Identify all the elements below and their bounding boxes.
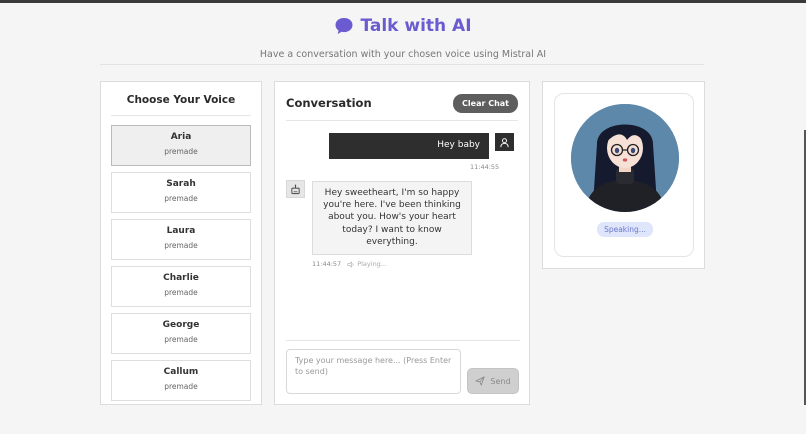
voice-category: premade xyxy=(164,382,198,391)
speaker-icon xyxy=(347,260,354,268)
voice-card-laura[interactable]: Laura premade xyxy=(111,219,251,260)
user-avatar xyxy=(495,133,514,151)
voice-name: Callum xyxy=(163,367,199,377)
user-icon xyxy=(500,137,509,147)
voice-card-charlie[interactable]: Charlie premade xyxy=(111,266,251,307)
voice-card-sarah[interactable]: Sarah premade xyxy=(111,172,251,213)
voice-category: premade xyxy=(164,241,198,250)
ai-message-bubble: Hey sweetheart, I'm so happy you're here… xyxy=(312,181,472,255)
page-header: Talk with AI Have a conversation with yo… xyxy=(0,14,806,60)
speech-bubble-icon xyxy=(335,18,353,34)
window-top-border xyxy=(0,0,806,3)
ai-message-meta: 11:44:57 Playing... xyxy=(312,260,387,268)
playing-indicator: Playing... xyxy=(347,260,387,268)
page-subtitle: Have a conversation with your chosen voi… xyxy=(259,49,547,60)
character-portrait-icon xyxy=(571,104,679,212)
voice-name: George xyxy=(162,320,200,330)
user-message-bubble: Hey baby xyxy=(329,133,489,159)
send-button-label: Send xyxy=(490,376,511,386)
voice-panel: Choose Your Voice Aria premade Sarah pre… xyxy=(100,81,262,405)
clear-chat-button[interactable]: Clear Chat xyxy=(453,93,518,113)
voice-name: Sarah xyxy=(166,179,196,189)
voice-name: Laura xyxy=(166,226,196,236)
header-divider xyxy=(100,64,704,65)
ai-avatar xyxy=(286,180,305,198)
voice-category: premade xyxy=(164,147,198,156)
voice-panel-heading: Choose Your Voice xyxy=(126,94,236,106)
input-divider xyxy=(286,340,520,341)
page-title: Talk with AI xyxy=(334,14,472,38)
message-list: Hey baby 11:44:55 Hey sweetheart, I'm so… xyxy=(286,121,518,339)
voice-card-aria[interactable]: Aria premade xyxy=(111,125,251,166)
playing-status-text: Playing... xyxy=(357,260,388,268)
voice-category: premade xyxy=(164,335,198,344)
voice-category: premade xyxy=(164,288,198,297)
voice-card-callum[interactable]: Callum premade xyxy=(111,360,251,401)
voice-name: Aria xyxy=(170,132,192,142)
avatar-card: Speaking... xyxy=(554,93,694,257)
chat-header: Conversation Clear Chat xyxy=(286,93,518,113)
user-message-time: 11:44:55 xyxy=(470,163,500,171)
chat-panel: Conversation Clear Chat Hey baby 11:44:5… xyxy=(274,81,530,405)
chat-title: Conversation xyxy=(286,96,372,110)
voice-list: Aria premade Sarah premade Laura premade… xyxy=(111,125,251,404)
voice-category: premade xyxy=(164,194,198,203)
character-avatar-image xyxy=(571,104,679,212)
message-input[interactable] xyxy=(286,349,461,394)
send-icon xyxy=(475,376,486,386)
voice-name: Charlie xyxy=(163,273,199,283)
speaking-status-badge: Speaking... xyxy=(597,222,653,237)
voice-card-george[interactable]: George premade xyxy=(111,313,251,354)
voice-heading-divider xyxy=(111,115,251,116)
bot-icon xyxy=(291,184,300,194)
send-button[interactable]: Send xyxy=(467,368,519,394)
ai-message-time: 11:44:57 xyxy=(312,260,342,268)
page-title-text: Talk with AI xyxy=(360,16,472,36)
avatar-panel: Speaking... xyxy=(542,81,705,269)
